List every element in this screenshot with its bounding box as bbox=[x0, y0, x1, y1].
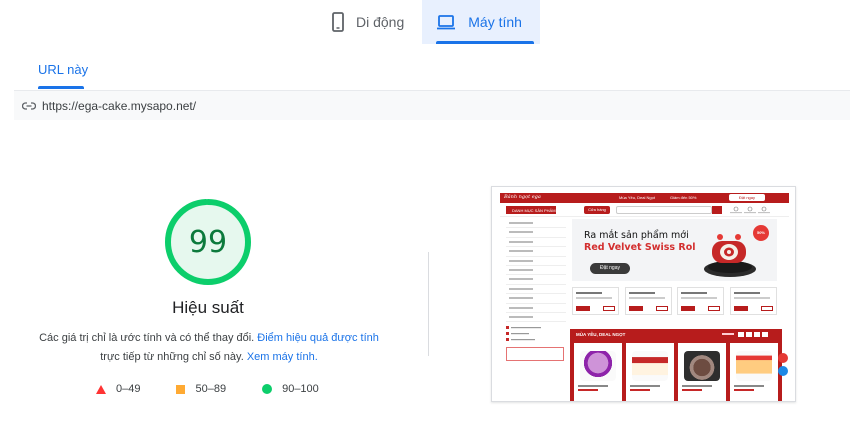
page-screenshot-thumbnail[interactable]: Bánh ngọt ega Mùa Yêu, Deal Ngọt Giảm đế… bbox=[491, 186, 796, 402]
legend-item-fail: 0–49 bbox=[96, 383, 140, 395]
thumb-voucher-card bbox=[677, 287, 725, 315]
legend-item-average: 50–89 bbox=[176, 383, 226, 395]
score-label: Hiệu suất bbox=[172, 298, 244, 317]
tab-desktop-label: Máy tính bbox=[468, 14, 522, 30]
thumb-left-links bbox=[506, 325, 566, 347]
link-icon bbox=[22, 101, 36, 110]
thumb-menu-label: DANH MỤC SẢN PHẨM bbox=[512, 208, 556, 213]
thumb-search-box bbox=[616, 206, 712, 214]
score-value: 99 bbox=[188, 224, 228, 260]
laptop-icon bbox=[436, 14, 456, 30]
thumb-top-text: Mùa Yêu, Deal Ngọt bbox=[619, 195, 655, 200]
thumb-voucher-card bbox=[729, 287, 777, 315]
thumb-voucher-cards bbox=[572, 287, 777, 317]
legend-item-pass: 90–100 bbox=[262, 383, 319, 395]
cake-image bbox=[700, 223, 760, 279]
thumb-top-button: Đặt ngay bbox=[729, 194, 765, 201]
circle-icon bbox=[262, 384, 273, 394]
desc-text-1: Các giá trị chỉ là ước tính và có thể th… bbox=[39, 332, 258, 344]
thumb-sidebar bbox=[506, 219, 566, 323]
tab-desktop[interactable]: Máy tính bbox=[422, 0, 540, 44]
thumb-product-card bbox=[678, 343, 726, 401]
thumb-top-text: Giảm đến 50% bbox=[670, 195, 697, 200]
thumb-hotline-box bbox=[506, 347, 564, 361]
thumb-sidebar-row bbox=[506, 275, 566, 285]
thumb-product-card bbox=[574, 343, 622, 401]
tab-mobile-label: Di động bbox=[356, 14, 405, 30]
cupcake-image bbox=[580, 351, 616, 381]
legend-range: 90–100 bbox=[282, 383, 319, 395]
thumb-voucher-card bbox=[572, 287, 619, 315]
thumb-messenger-button bbox=[778, 366, 788, 376]
tab-this-url[interactable]: URL này bbox=[38, 62, 88, 77]
desc-text-2: trực tiếp từ những chỉ số này. bbox=[100, 351, 247, 363]
thumb-search-button bbox=[712, 206, 722, 214]
legend-range: 0–49 bbox=[116, 383, 141, 395]
performance-score-gauge[interactable]: 99 bbox=[164, 198, 252, 286]
thumb-product-card bbox=[626, 343, 674, 401]
thumb-sidebar-row bbox=[506, 219, 566, 229]
thumb-deal-timer bbox=[722, 332, 778, 337]
thumb-sidebar-row bbox=[506, 266, 566, 276]
tab-underline bbox=[38, 86, 84, 89]
thumb-sidebar-row bbox=[506, 228, 566, 238]
thumb-product-card bbox=[730, 343, 778, 401]
thumb-header-icons bbox=[728, 206, 780, 214]
triangle-icon bbox=[96, 384, 106, 394]
thumb-logo: Bánh ngọt ega bbox=[504, 194, 541, 200]
thumb-sidebar-row bbox=[506, 257, 566, 266]
device-tabs: Di động Máy tính bbox=[318, 0, 540, 44]
cheesecake-image bbox=[632, 351, 668, 381]
square-icon bbox=[176, 384, 186, 394]
thumb-discount-badge: 50% bbox=[753, 225, 769, 241]
divider bbox=[428, 252, 429, 356]
thumb-sidebar-row bbox=[506, 285, 566, 295]
thumb-sidebar-row bbox=[506, 304, 566, 313]
waffle-image bbox=[684, 351, 720, 381]
calculator-link[interactable]: Xem máy tính. bbox=[247, 351, 318, 363]
score-legend: 0–49 50–89 90–100 bbox=[96, 383, 355, 395]
thumb-sidebar-row bbox=[506, 313, 566, 323]
thumb-sidebar-row bbox=[506, 238, 566, 248]
tab-mobile[interactable]: Di động bbox=[318, 0, 422, 44]
score-description: Các giá trị chỉ là ước tính và có thể th… bbox=[28, 329, 390, 367]
thumb-product-list bbox=[574, 343, 778, 401]
thumb-voucher-card bbox=[624, 287, 672, 315]
thumb-banner-button: Đặt ngay bbox=[590, 263, 630, 274]
thumb-banner-subtitle: Red Velvet Swiss Rol bbox=[584, 242, 696, 253]
strawberry-cake-image bbox=[736, 351, 772, 381]
thumb-sidebar-row bbox=[506, 294, 566, 304]
thumb-banner-title: Ra mắt sản phẩm mới bbox=[584, 230, 689, 241]
thumb-phone-button bbox=[778, 353, 788, 363]
score-calculation-link[interactable]: Điểm hiệu quả được tính bbox=[257, 332, 379, 344]
thumb-store-button: Cửa hàng bbox=[584, 206, 610, 214]
thumb-sidebar-row bbox=[506, 247, 566, 257]
url-bar: https://ega-cake.mysapo.net/ bbox=[14, 90, 850, 120]
phone-icon bbox=[332, 12, 344, 32]
thumb-deal-title: MÙA YÊU, DEAL NGỌT bbox=[576, 332, 626, 337]
url-text: https://ega-cake.mysapo.net/ bbox=[42, 98, 197, 113]
legend-range: 50–89 bbox=[195, 383, 227, 395]
